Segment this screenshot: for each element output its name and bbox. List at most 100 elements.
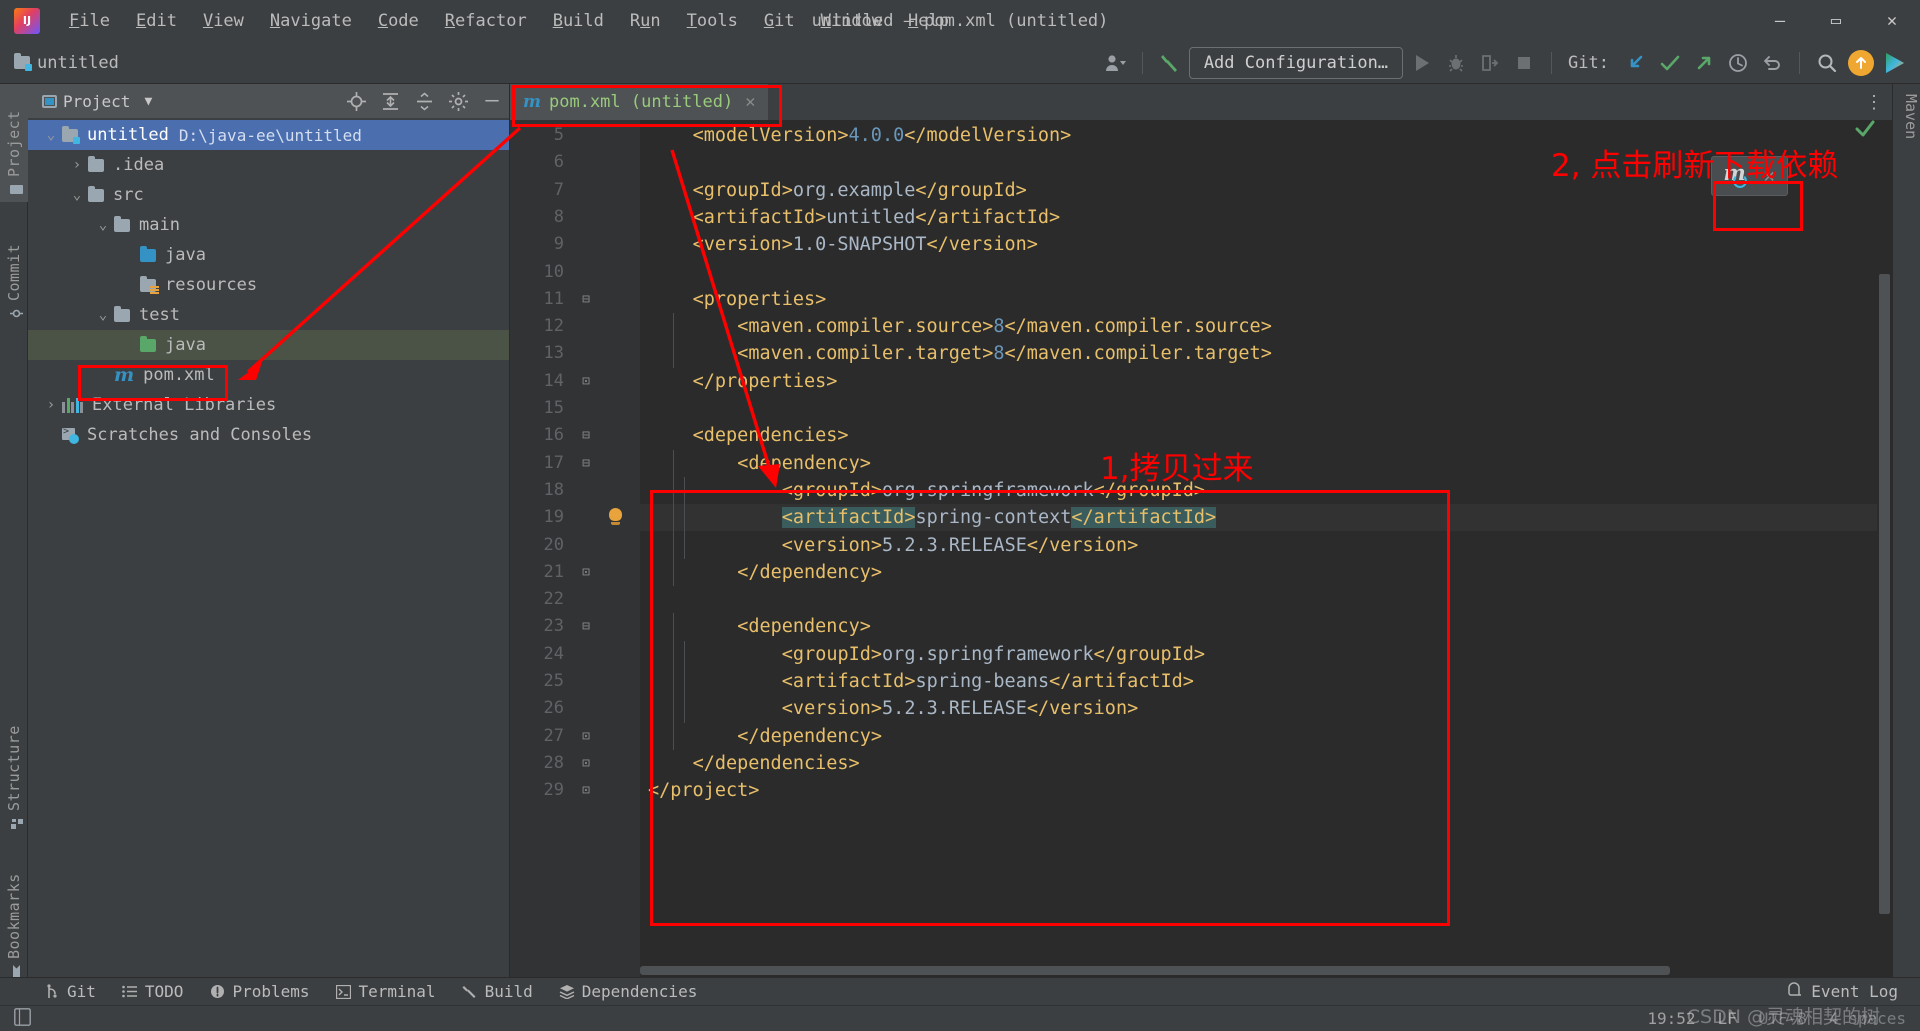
code-line: <version>5.2.3.RELEASE</version> (640, 532, 1138, 559)
tool-button-todo-label: TODO (144, 982, 184, 1001)
code-fold-icon[interactable]: ⊟ (578, 422, 594, 449)
tool-button-problems[interactable]: Problems (209, 982, 310, 1001)
code-fold-icon[interactable]: ⊡ (578, 368, 594, 395)
chevron-down-icon[interactable]: ▼ (144, 94, 152, 109)
ide-plugin-icon[interactable] (1880, 48, 1910, 78)
code-fold-icon[interactable]: ⊡ (578, 723, 594, 750)
user-account-icon[interactable] (1100, 48, 1130, 78)
code-fold-icon[interactable]: ⊟ (578, 450, 594, 477)
chevron-down-icon[interactable]: ⌄ (66, 187, 88, 203)
tree-item-untitled[interactable]: ⌄ untitled D:\java-ee\untitled (28, 120, 509, 150)
editor-gutter[interactable]: 5 6 7 8 9 10 11 ⊟ 12 13 14 ⊡ 15 16 ⊟ 17 ⊟ 18 19 20 21 ⊡ 22 23 ⊟ 2… (510, 120, 640, 977)
tree-item--idea[interactable]: › .idea (28, 150, 509, 180)
tree-item-java[interactable]: java (28, 240, 509, 270)
menu-item-code[interactable]: Code (365, 7, 432, 35)
code-line: </dependencies> (640, 750, 860, 777)
locate-icon[interactable] (345, 90, 367, 112)
menu-item-view[interactable]: View (190, 7, 257, 35)
project-icon (42, 94, 57, 108)
git-update-icon[interactable] (1621, 48, 1651, 78)
code-token: </version> (1026, 534, 1139, 556)
tree-item-resources[interactable]: resources (28, 270, 509, 300)
run-with-coverage-button[interactable] (1475, 48, 1505, 78)
tool-button-terminal-label: Terminal (358, 982, 436, 1001)
line-number: 7 (553, 179, 564, 200)
sidebar-item-commit[interactable]: Commit (0, 210, 28, 326)
tool-button-git[interactable]: Git (44, 982, 96, 1001)
menu-item-tools[interactable]: Tools (674, 7, 751, 35)
sidebar-item-bookmarks-label: Bookmarks (5, 873, 23, 959)
git-push-icon[interactable] (1689, 48, 1719, 78)
breadcrumb[interactable]: untitled (14, 53, 119, 73)
horizontal-scrollbar[interactable] (640, 966, 1876, 975)
code-fold-icon[interactable]: ⊟ (578, 613, 594, 640)
tool-button-build[interactable]: Build (462, 982, 533, 1001)
project-tree[interactable]: ⌄ untitled D:\java-ee\untitled › .idea ⌄ src ⌄ m… (28, 118, 509, 450)
chevron-down-icon[interactable]: ⌄ (40, 127, 62, 143)
maximize-button[interactable]: ▭ (1808, 0, 1864, 42)
run-button[interactable] (1407, 48, 1437, 78)
close-button[interactable]: ✕ (1864, 0, 1920, 42)
chevron-right-icon[interactable]: › (66, 157, 88, 173)
menu-item-refactor[interactable]: Refactor (432, 7, 540, 35)
sidebar-item-bookmarks[interactable]: Bookmarks (0, 844, 28, 984)
menu-item-build[interactable]: Build (540, 7, 617, 35)
line-number: 12 (543, 316, 564, 337)
more-options-icon[interactable]: ⋮ (1865, 92, 1884, 113)
collapse-all-icon[interactable] (413, 90, 435, 112)
menu-item-file[interactable]: File (56, 7, 123, 35)
tree-item-test[interactable]: ⌄ test (28, 300, 509, 330)
sidebar-item-project[interactable]: Project (0, 84, 28, 202)
add-configuration-button[interactable]: Add Configuration… (1188, 46, 1404, 79)
editor-marker-scrollbar[interactable] (1877, 156, 1892, 977)
close-icon[interactable]: ✕ (745, 92, 755, 112)
horizontal-scrollbar-thumb[interactable] (640, 966, 1670, 975)
code-editor[interactable]: 5 6 7 8 9 10 11 ⊟ 12 13 14 ⊡ 15 16 ⊟ 17 ⊟ 18 19 20 21 ⊡ 22 23 ⊟ 2… (510, 120, 1892, 977)
tree-item-src[interactable]: ⌄ src (28, 180, 509, 210)
sidebar-item-structure[interactable]: Structure (0, 704, 28, 836)
debug-button[interactable] (1441, 48, 1471, 78)
gear-icon[interactable] (447, 90, 469, 112)
line-number: 20 (543, 534, 564, 555)
chevron-down-icon[interactable]: ⌄ (92, 217, 114, 233)
tree-item-pom-xml[interactable]: m pom.xml (28, 360, 509, 390)
tool-button-todo[interactable]: TODO (122, 982, 184, 1001)
search-icon[interactable] (1812, 48, 1842, 78)
tree-item-java[interactable]: java (28, 330, 509, 360)
tool-button-dependencies[interactable]: Dependencies (559, 982, 697, 1001)
menu-item-run[interactable]: Run (617, 7, 674, 35)
chevron-right-icon[interactable]: › (40, 397, 62, 413)
stop-button[interactable] (1509, 48, 1539, 78)
code-fold-icon[interactable]: ⊡ (578, 559, 594, 586)
toggle-sidebar-icon[interactable] (14, 1007, 31, 1030)
line-number: 27 (543, 725, 564, 746)
event-log-button[interactable]: Event Log (1788, 981, 1920, 1002)
scrollbar-thumb[interactable] (1879, 274, 1890, 914)
tree-item-scratches-and-consoles[interactable]: Scratches and Consoles (28, 420, 509, 450)
chevron-down-icon[interactable]: ⌄ (92, 307, 114, 323)
line-number: 10 (543, 261, 564, 282)
expand-all-icon[interactable] (379, 90, 401, 112)
editor-tab-pom-xml[interactable]: m pom.xml (untitled) ✕ (510, 84, 769, 120)
tree-item-external-libraries[interactable]: › External Libraries (28, 390, 509, 420)
hide-icon[interactable]: — (481, 90, 503, 112)
minimize-button[interactable]: — (1752, 0, 1808, 42)
intention-bulb-icon[interactable] (606, 508, 624, 526)
code-token: <version> (781, 698, 883, 720)
menu-item-navigate[interactable]: Navigate (257, 7, 365, 35)
updates-available-icon[interactable] (1846, 48, 1876, 78)
menu-item-git[interactable]: Git (751, 7, 808, 35)
code-fold-icon[interactable]: ⊡ (578, 777, 594, 804)
sidebar-item-maven[interactable]: Maven (1892, 88, 1920, 145)
menu-item-window[interactable]: Window (808, 7, 895, 35)
tree-item-main[interactable]: ⌄ main (28, 210, 509, 240)
menu-item-help[interactable]: Help (895, 7, 962, 35)
code-fold-icon[interactable]: ⊟ (578, 286, 594, 313)
tool-button-terminal[interactable]: Terminal (336, 982, 436, 1001)
git-history-icon[interactable] (1723, 48, 1753, 78)
git-commit-icon[interactable] (1655, 48, 1685, 78)
code-fold-icon[interactable]: ⊡ (578, 750, 594, 777)
git-rollback-icon[interactable] (1757, 48, 1787, 78)
build-hammer-icon[interactable] (1155, 48, 1185, 78)
menu-item-edit[interactable]: Edit (123, 7, 190, 35)
